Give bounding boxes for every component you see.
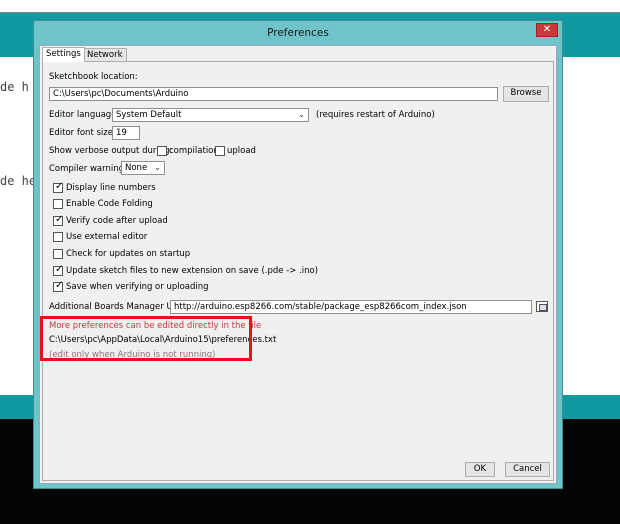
font-size-input[interactable]: 19 [112, 126, 140, 140]
code-line: de h [0, 80, 29, 94]
code-folding-checkbox[interactable] [53, 199, 63, 209]
close-button[interactable]: ✕ [536, 23, 558, 37]
settings-panel: Sketchbook location: C:\Users\pc\Documen… [42, 61, 554, 481]
compilation-checkbox[interactable] [157, 146, 167, 156]
option-label: Verify code after upload [66, 216, 168, 226]
sketchbook-location-input[interactable]: C:\Users\pc\Documents\Arduino [49, 87, 498, 101]
ide-menu-bar [0, 0, 620, 13]
code-line: de he [0, 174, 37, 188]
option-label: Enable Code Folding [66, 199, 153, 209]
verbose-label: Show verbose output during: [49, 146, 173, 156]
checkmark-icon: ✓ [55, 214, 64, 225]
check-updates-checkbox[interactable] [53, 249, 63, 259]
dialog-titlebar[interactable]: Preferences ✕ [34, 21, 562, 45]
browse-button[interactable]: Browse [503, 86, 549, 102]
sketchbook-label: Sketchbook location: [49, 72, 138, 82]
upload-checkbox[interactable] [215, 146, 225, 156]
option-label: Use external editor [66, 232, 148, 242]
restart-note: (requires restart of Arduino) [316, 110, 435, 120]
boards-url-input[interactable]: http://arduino.esp8266.com/stable/packag… [170, 300, 532, 314]
dialog-title: Preferences [267, 27, 329, 39]
checkmark-icon: ✓ [55, 264, 64, 275]
chevron-down-icon: ⌄ [298, 110, 305, 119]
cancel-button[interactable]: Cancel [505, 462, 550, 477]
preferences-dialog: Preferences ✕ Settings Network Sketchboo… [33, 20, 563, 489]
compiler-warnings-label: Compiler warnings: [49, 164, 132, 174]
highlight-box [40, 316, 252, 361]
close-icon: ✕ [542, 24, 552, 35]
external-editor-checkbox[interactable] [53, 232, 63, 242]
display-line-numbers-checkbox[interactable]: ✓ [53, 181, 64, 193]
editor-language-value: System Default [116, 110, 182, 120]
tab-settings[interactable]: Settings [42, 47, 85, 62]
option-label: Save when verifying or uploading [66, 282, 209, 292]
save-when-verifying-checkbox[interactable]: ✓ [53, 280, 64, 292]
compilation-label: compilation [169, 146, 219, 156]
window-icon[interactable] [536, 301, 548, 312]
compiler-warnings-select[interactable]: None ⌄ [121, 161, 165, 175]
editor-language-select[interactable]: System Default ⌄ [112, 108, 309, 122]
option-label: Check for updates on startup [66, 249, 191, 259]
dialog-client-area: Settings Network Sketchbook location: C:… [39, 45, 557, 484]
tab-network[interactable]: Network [83, 48, 127, 62]
editor-language-label: Editor language: [49, 110, 120, 120]
option-label: Update sketch files to new extension on … [66, 266, 319, 276]
upload-label: upload [227, 146, 256, 156]
font-size-label: Editor font size: [49, 128, 116, 138]
checkmark-icon: ✓ [55, 280, 64, 291]
update-extension-checkbox[interactable]: ✓ [53, 264, 64, 276]
chevron-down-icon: ⌄ [154, 163, 161, 172]
verify-after-upload-checkbox[interactable]: ✓ [53, 214, 64, 226]
option-label: Display line numbers [66, 183, 156, 193]
checkmark-icon: ✓ [55, 181, 64, 192]
ok-button[interactable]: OK [465, 462, 495, 477]
compiler-warnings-value: None [125, 163, 148, 173]
